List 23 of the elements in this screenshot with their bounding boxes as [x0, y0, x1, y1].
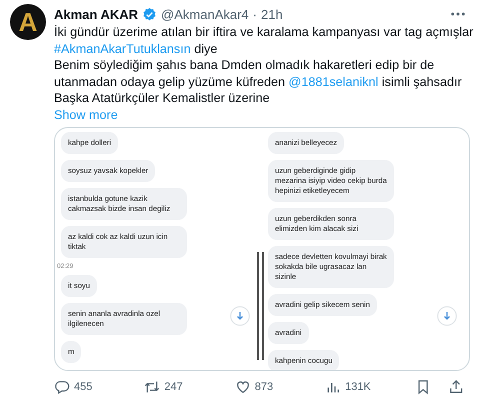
repost-button[interactable]: 247	[144, 379, 235, 395]
post-text: diye	[193, 42, 218, 56]
chat-screenshot[interactable]	[54, 127, 470, 371]
separator-dot: ·	[252, 6, 257, 22]
heart-icon	[234, 379, 251, 395]
repost-icon	[144, 379, 160, 395]
avatar[interactable]: A	[10, 4, 46, 40]
post-text: Başka Atatürkçüler Kemalistler üzerine	[54, 91, 270, 105]
author-name[interactable]: Akman AKAR	[54, 6, 138, 22]
scroll-down-icon	[230, 306, 250, 326]
speech-bubble-icon	[54, 379, 70, 395]
views-button[interactable]: 131K	[325, 379, 416, 395]
post-text: Benim söylediğim şahıs bana Dmden olmadık hakaretleri edip bir de	[54, 58, 434, 72]
post-time[interactable]: 21h	[261, 6, 283, 22]
post-text: İki gündür üzerime atılan bir iftira ve karalama kampanyası var tag açmışlar	[54, 25, 474, 39]
reply-button[interactable]: 455	[54, 379, 144, 395]
like-button[interactable]: 873	[234, 379, 326, 395]
more-icon[interactable]	[450, 11, 466, 17]
share-icon[interactable]	[448, 378, 464, 396]
post-text: isimli şahsadır	[380, 74, 462, 88]
post-text: utanmadan odaya gelip yüzüme küfreden	[54, 74, 286, 88]
author-handle[interactable]: @AkmanAkar4	[161, 6, 249, 22]
scroll-down-icon	[437, 306, 457, 326]
